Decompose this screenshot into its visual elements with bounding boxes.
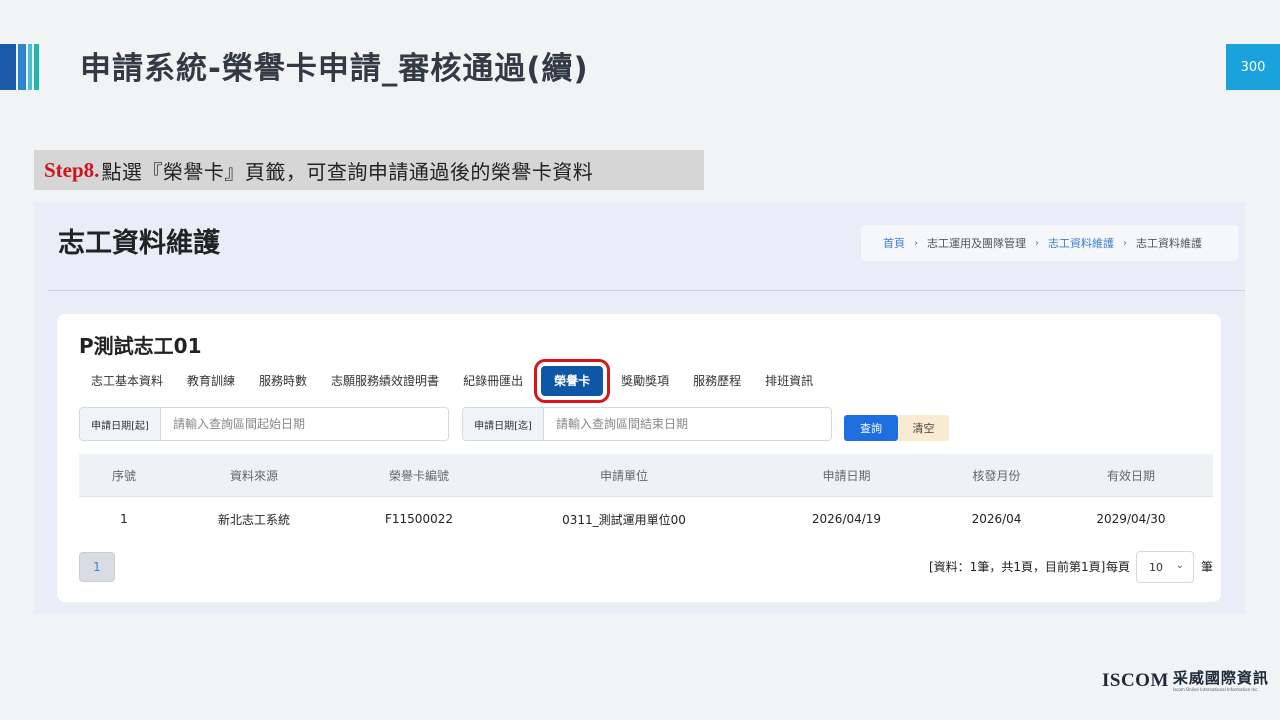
table-cell: 2026/04 bbox=[971, 512, 1022, 526]
accent-bar-2 bbox=[18, 44, 26, 90]
start-date-label: 申請日期[起] bbox=[80, 408, 161, 440]
tab-performance-certificate[interactable]: 志願服務績效證明書 bbox=[319, 366, 451, 396]
breadcrumb-item: 志工運用及團隊管理 bbox=[927, 237, 1026, 250]
end-date-field: 申請日期[迄] bbox=[462, 407, 832, 441]
divider bbox=[48, 290, 1245, 291]
column-header: 榮譽卡編號 bbox=[388, 468, 449, 483]
column-header: 有效日期 bbox=[1106, 468, 1155, 483]
column-header: 核發月份 bbox=[972, 468, 1021, 483]
tab-schedule[interactable]: 排班資訊 bbox=[753, 366, 825, 396]
tab-honor-card[interactable]: 榮譽卡 bbox=[534, 359, 611, 403]
column-header: 資料來源 bbox=[229, 468, 278, 483]
column-header: 申請單位 bbox=[599, 468, 648, 483]
clear-button[interactable]: 清空 bbox=[898, 415, 949, 441]
step-prefix: Step8. bbox=[44, 157, 100, 182]
slide-title: 申請系統-榮譽卡申請_審核通過(續) bbox=[80, 51, 589, 87]
tab-service-hours[interactable]: 服務時數 bbox=[247, 366, 319, 396]
honor-card-table: 序號 資料來源 榮譽卡編號 申請單位 申請日期 核發月份 有效日期 1 新北志工… bbox=[79, 454, 1213, 541]
start-date-field: 申請日期[起] bbox=[79, 407, 449, 441]
pagination-info: [資料：1筆，共1頁，目前第1頁] bbox=[929, 560, 1106, 574]
step-text: 點選『榮譽卡』頁籤，可查詢申請通過後的榮譽卡資料 bbox=[101, 159, 594, 184]
chevron-right-icon: › bbox=[1123, 237, 1127, 249]
table-cell: 2029/04/30 bbox=[1096, 512, 1166, 526]
chevron-right-icon: › bbox=[1035, 237, 1039, 249]
table-row: 1 新北志工系統 F11500022 0311_測試運用單位00 2026/04… bbox=[79, 496, 1213, 541]
page-button-current[interactable]: 1 bbox=[79, 552, 115, 582]
volunteer-name: P測試志工01 bbox=[79, 334, 202, 358]
accent-bar-4 bbox=[34, 44, 39, 90]
page-size-value: 10 bbox=[1149, 560, 1163, 574]
tab-awards[interactable]: 獎勵獎項 bbox=[609, 366, 681, 396]
accent-bar-3 bbox=[28, 44, 32, 90]
column-header: 序號 bbox=[111, 468, 136, 483]
chevron-right-icon: › bbox=[914, 237, 918, 249]
breadcrumb-home[interactable]: 首頁 bbox=[883, 235, 905, 251]
logo-subtext: Iscom Online International Information I… bbox=[1172, 687, 1259, 692]
page-size-select[interactable]: 10 ⌄ bbox=[1136, 551, 1194, 583]
per-page-label: 每頁 bbox=[1106, 560, 1131, 574]
query-button[interactable]: 查詢 bbox=[844, 415, 898, 441]
page-number: 300 bbox=[1226, 44, 1280, 90]
table-cell: 2026/04/19 bbox=[811, 512, 882, 526]
logo-text-zh: 采威國際資訊 bbox=[1172, 669, 1269, 687]
end-date-input[interactable] bbox=[544, 408, 831, 440]
app-screenshot: 志工資料維護 首頁 › 志工運用及團隊管理 › 志工資料維護 › 志工資料維護 … bbox=[34, 202, 1245, 614]
unit-label: 筆 bbox=[1201, 560, 1214, 574]
tab-record-export[interactable]: 紀錄冊匯出 bbox=[451, 366, 535, 396]
volunteer-card: P測試志工01 志工基本資料 教育訓練 服務時數 志願服務績效證明書 紀錄冊匯出… bbox=[57, 314, 1221, 602]
accent-bar-1 bbox=[0, 44, 16, 90]
iscom-logo: ISCOM 采威國際資訊 Iscom Online International … bbox=[1102, 669, 1269, 693]
page-title: 志工資料維護 bbox=[58, 228, 220, 259]
tab-training[interactable]: 教育訓練 bbox=[175, 366, 247, 396]
table-cell: 新北志工系統 bbox=[217, 512, 290, 527]
tab-service-history[interactable]: 服務歷程 bbox=[681, 366, 753, 396]
table-cell: 0311_測試運用單位00 bbox=[562, 512, 686, 527]
tab-basic-info[interactable]: 志工基本資料 bbox=[81, 366, 175, 396]
breadcrumb: 首頁 › 志工運用及團隊管理 › 志工資料維護 › 志工資料維護 bbox=[861, 225, 1238, 261]
chevron-down-icon: ⌄ bbox=[1175, 560, 1184, 571]
table-cell: 1 bbox=[120, 512, 128, 526]
breadcrumb-current: 志工資料維護 bbox=[1136, 237, 1202, 250]
column-header: 申請日期 bbox=[822, 468, 871, 483]
tab-bar: 志工基本資料 教育訓練 服務時數 志願服務績效證明書 紀錄冊匯出 榮譽卡 獎勵獎… bbox=[81, 359, 825, 403]
table-header: 序號 資料來源 榮譽卡編號 申請單位 申請日期 核發月份 有效日期 bbox=[79, 454, 1213, 496]
table-cell: F11500022 bbox=[385, 512, 453, 526]
breadcrumb-link[interactable]: 志工資料維護 bbox=[1048, 235, 1114, 251]
step-banner: Step8. 點選『榮譽卡』頁籤，可查詢申請通過後的榮譽卡資料 bbox=[34, 150, 704, 190]
logo-text-en: ISCOM bbox=[1102, 670, 1169, 691]
end-date-label: 申請日期[迄] bbox=[463, 408, 544, 440]
start-date-input[interactable] bbox=[161, 408, 448, 440]
